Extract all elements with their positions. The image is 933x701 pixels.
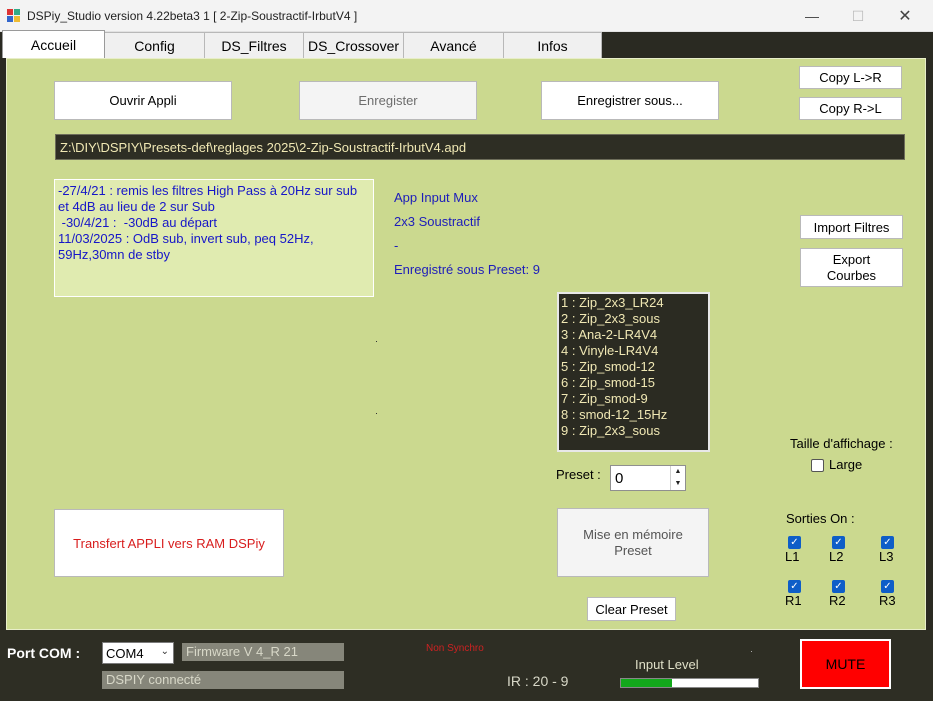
display-size-label: Taille d'affichage :: [790, 436, 893, 451]
notes-textbox[interactable]: -27/4/21 : remis les filtres High Pass à…: [54, 179, 374, 297]
tab-avance[interactable]: Avancé: [403, 32, 504, 58]
output-r3-label: R3: [879, 593, 896, 608]
output-l3-label: L3: [879, 549, 894, 564]
arrow-down-icon[interactable]: ▼: [671, 478, 685, 490]
note-line: 11/03/2025 : OdB sub, invert sub, peq 52…: [58, 231, 314, 262]
list-item[interactable]: 7 : Zip_smod-9: [561, 391, 706, 407]
output-r2-label: R2: [829, 593, 846, 608]
app-info-line3: -: [394, 238, 399, 253]
list-item[interactable]: 9 : Zip_2x3_sous: [561, 423, 706, 439]
com-port-select[interactable]: COM4 ⌄: [102, 642, 174, 664]
chevron-down-icon[interactable]: ⌄: [161, 646, 169, 657]
app-info-line2: 2x3 Soustractif: [394, 214, 480, 229]
mute-button[interactable]: MUTE: [800, 639, 891, 689]
tab-ds-crossover[interactable]: DS_Crossover: [303, 32, 404, 58]
large-label: Large: [829, 457, 863, 472]
minimize-icon[interactable]: —: [789, 0, 835, 32]
list-item[interactable]: 4 : Vinyle-LR4V4: [561, 343, 706, 359]
output-r3-checkbox[interactable]: ✓: [881, 580, 894, 593]
input-level-meter: [620, 678, 759, 688]
ir-readout: IR : 20 - 9: [507, 673, 569, 689]
preset-list[interactable]: 1 : Zip_2x3_LR24 2 : Zip_2x3_sous 3 : An…: [557, 292, 710, 452]
status-bar: Port COM : COM4 ⌄ Firmware V 4_R 21 DSPI…: [0, 630, 933, 701]
save-button[interactable]: Enregister: [299, 81, 477, 120]
sync-status: Non Synchro: [426, 643, 484, 654]
list-item[interactable]: 2 : Zip_2x3_sous: [561, 311, 706, 327]
import-filters-button[interactable]: Import Filtres: [800, 215, 903, 239]
export-curves-button[interactable]: Export Courbes: [800, 248, 903, 287]
tab-infos[interactable]: Infos: [503, 32, 602, 58]
main-panel: Ouvrir Appli Enregister Enregistrer sous…: [6, 58, 926, 630]
list-item[interactable]: 5 : Zip_smod-12: [561, 359, 706, 375]
output-l2-checkbox[interactable]: ✓: [832, 536, 845, 549]
output-l1-label: L1: [785, 549, 800, 564]
copy-r-to-l-button[interactable]: Copy R->L: [799, 97, 902, 120]
memorize-preset-button[interactable]: Mise en mémoire Preset: [557, 508, 709, 577]
port-com-label: Port COM :: [7, 645, 81, 661]
tab-accueil[interactable]: Accueil: [2, 30, 105, 58]
preset-label: Preset :: [556, 467, 601, 482]
maximize-icon[interactable]: ☐: [835, 0, 881, 32]
save-as-button[interactable]: Enregistrer sous...: [541, 81, 719, 120]
outputs-title: Sorties On :: [786, 511, 855, 526]
title-bar: DSPiy_Studio version 4.22beta3 1 [ 2-Zip…: [0, 0, 933, 32]
note-line: -30/4/21 : -30dB au départ: [58, 215, 217, 230]
open-app-button[interactable]: Ouvrir Appli: [54, 81, 232, 120]
firmware-status: Firmware V 4_R 21: [182, 643, 344, 661]
file-path-field[interactable]: Z:\DIY\DSPIY\Presets-def\reglages 2025\2…: [55, 134, 905, 160]
input-level-label: Input Level: [635, 657, 699, 672]
list-item[interactable]: 6 : Zip_smod-15: [561, 375, 706, 391]
app-info-saved-preset: Enregistré sous Preset: 9: [394, 262, 540, 277]
separator-dot: [376, 341, 377, 342]
clear-preset-button[interactable]: Clear Preset: [587, 597, 676, 621]
copy-l-to-r-button[interactable]: Copy L->R: [799, 66, 902, 89]
list-item[interactable]: 3 : Ana-2-LR4V4: [561, 327, 706, 343]
com-port-value: COM4: [106, 646, 144, 661]
note-line: -27/4/21 : remis les filtres High Pass à…: [58, 183, 358, 214]
output-l3-checkbox[interactable]: ✓: [881, 536, 894, 549]
output-r2-checkbox[interactable]: ✓: [832, 580, 845, 593]
connection-status: DSPIY connecté: [102, 671, 344, 689]
app-info-line1: App Input Mux: [394, 190, 478, 205]
separator-dot: [376, 413, 377, 414]
list-item[interactable]: 8 : smod-12_15Hz: [561, 407, 706, 423]
arrow-up-icon[interactable]: ▲: [671, 466, 685, 478]
tab-ds-filtres[interactable]: DS_Filtres: [204, 32, 304, 58]
output-r1-label: R1: [785, 593, 802, 608]
list-item[interactable]: 1 : Zip_2x3_LR24: [561, 295, 706, 311]
close-icon[interactable]: ✕: [882, 0, 928, 32]
output-l2-label: L2: [829, 549, 844, 564]
output-l1-checkbox[interactable]: ✓: [788, 536, 801, 549]
transfer-app-to-ram-button[interactable]: Transfert APPLI vers RAM DSPiy: [54, 509, 284, 577]
input-level-fill: [621, 679, 672, 687]
tab-config[interactable]: Config: [104, 32, 205, 58]
preset-spinner[interactable]: 0 ▲ ▼: [610, 465, 686, 491]
large-checkbox[interactable]: [811, 459, 824, 472]
preset-value[interactable]: 0: [615, 470, 623, 487]
window-title: DSPiy_Studio version 4.22beta3 1 [ 2-Zip…: [27, 9, 358, 23]
output-r1-checkbox[interactable]: ✓: [788, 580, 801, 593]
app-icon: [7, 9, 20, 22]
separator-dot: [751, 651, 752, 652]
